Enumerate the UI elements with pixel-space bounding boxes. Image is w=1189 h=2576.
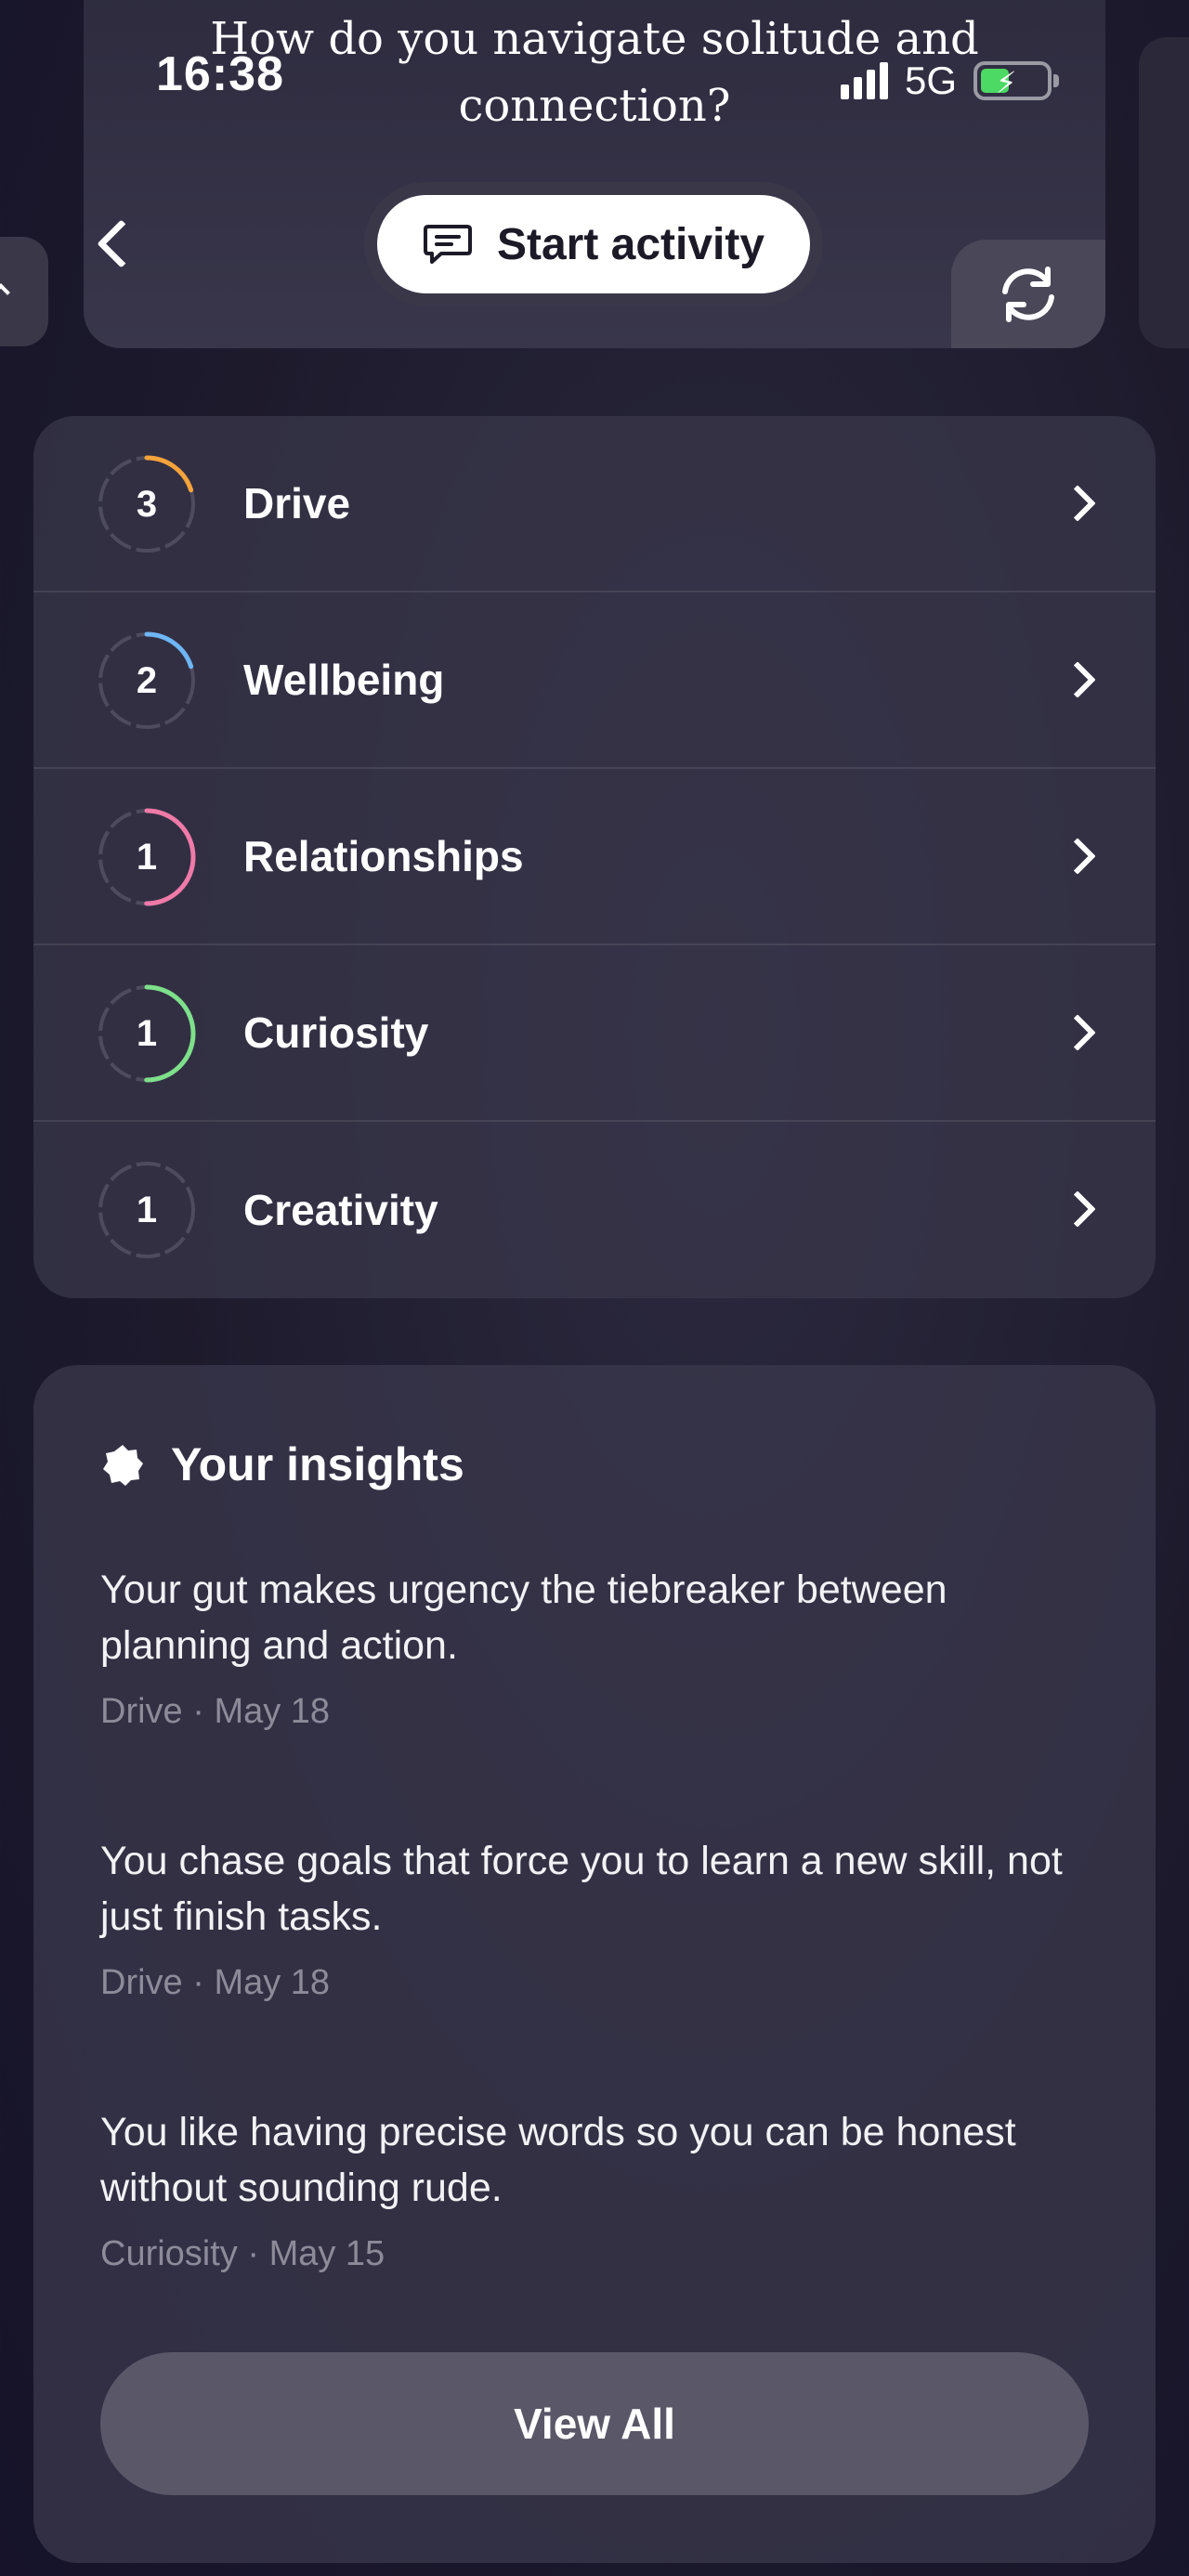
category-label: Creativity — [243, 1186, 438, 1234]
insight-meta: Drive · May 18 — [100, 1692, 331, 1731]
start-activity-label: Start activity — [496, 219, 765, 269]
chevron-right-icon — [1059, 485, 1096, 522]
insight-item[interactable]: You chase goals that force you to learn … — [100, 1833, 1104, 2003]
category-row-drive[interactable]: 3 Drive — [33, 416, 1156, 592]
start-activity-container: Start activity — [364, 182, 823, 306]
insights-card: Your insights Your gut makes urgency the… — [33, 1365, 1156, 2563]
insight-text: Your gut makes urgency the tiebreaker be… — [100, 1568, 947, 1668]
category-label: Wellbeing — [243, 656, 445, 704]
chevron-right-icon — [1059, 1190, 1096, 1228]
category-row-curiosity[interactable]: 1 Curiosity — [33, 945, 1156, 1122]
insight-meta: Curiosity · May 15 — [100, 2234, 385, 2273]
category-count: 2 — [136, 659, 158, 701]
insight-text: You chase goals that force you to learn … — [100, 1839, 1063, 1939]
category-label: Drive — [243, 479, 351, 527]
refresh-icon — [1002, 266, 1054, 322]
categories-list: 3 Drive 2 Wellbeing 1 Relationships 1 Cu… — [33, 416, 1156, 1298]
chat-icon — [423, 225, 472, 264]
insight-meta: Drive · May 18 — [100, 1963, 331, 2002]
status-indicators: 5G ⚡ — [841, 58, 1060, 104]
chevron-right-icon — [1059, 1014, 1096, 1051]
start-activity-button[interactable]: Start activity — [377, 195, 810, 293]
category-label: Relationships — [243, 832, 524, 880]
category-count: 1 — [136, 1012, 158, 1054]
insights-header: Your insights — [100, 1438, 464, 1491]
category-row-wellbeing[interactable]: 2 Wellbeing — [33, 592, 1156, 769]
category-label: Curiosity — [243, 1008, 429, 1057]
battery-icon: ⚡ — [973, 61, 1060, 100]
refresh-button[interactable] — [951, 240, 1105, 348]
next-card[interactable] — [1139, 37, 1189, 348]
back-button[interactable] — [93, 215, 130, 271]
view-all-button[interactable]: View All — [100, 2352, 1089, 2495]
insight-item[interactable]: Your gut makes urgency the tiebreaker be… — [100, 1562, 1104, 1732]
chevron-right-icon — [1059, 838, 1096, 875]
badge-icon — [103, 1445, 143, 1486]
category-row-relationships[interactable]: 1 Relationships — [33, 769, 1156, 945]
status-time: 16:38 — [156, 47, 284, 101]
category-count: 1 — [136, 836, 158, 878]
insight-text: You like having precise words so you can… — [100, 2110, 1016, 2210]
category-count: 3 — [136, 483, 158, 525]
chevron-right-icon — [1059, 661, 1096, 698]
category-count: 1 — [136, 1189, 158, 1230]
signal-icon — [841, 62, 888, 99]
network-type: 5G — [905, 59, 958, 102]
insights-title: Your insights — [171, 1438, 464, 1490]
insight-item[interactable]: You like having precise words so you can… — [100, 2104, 1104, 2274]
category-row-creativity[interactable]: 1 Creativity — [33, 1122, 1156, 1298]
